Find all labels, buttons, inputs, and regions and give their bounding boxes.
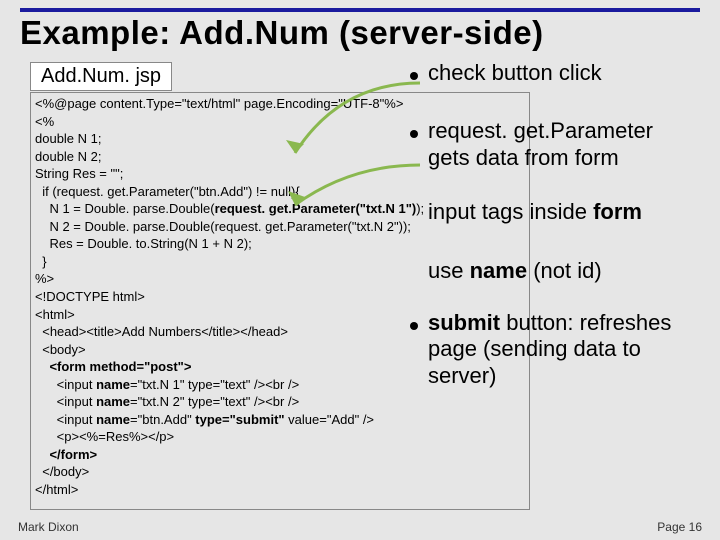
bullet-submit: submit button: refreshes page (sending d… bbox=[410, 310, 708, 389]
arrow-check-button bbox=[280, 78, 430, 168]
bullet-text: input tags inside form bbox=[428, 199, 642, 225]
arrow-get-parameter bbox=[280, 160, 430, 210]
bullet-text: submit button: refreshes page (sending d… bbox=[428, 310, 708, 389]
footer-page: Page 16 bbox=[657, 520, 702, 534]
bullet-request-param: request. get.Parameter gets data from fo… bbox=[410, 118, 708, 171]
footer-author: Mark Dixon bbox=[18, 520, 79, 534]
page-title: Example: Add.Num (server-side) bbox=[20, 14, 544, 52]
bullet-dot-icon bbox=[410, 72, 418, 80]
divider-top bbox=[20, 8, 700, 12]
bullet-check-click: check button click bbox=[410, 60, 708, 86]
bullet-input-tags: input tags inside form bbox=[410, 199, 708, 225]
bullet-text: check button click bbox=[428, 60, 602, 86]
bullet-text: use name (not id) bbox=[428, 258, 602, 284]
bullet-dot-icon bbox=[410, 130, 418, 138]
bullet-text: request. get.Parameter gets data from fo… bbox=[428, 118, 653, 171]
bullet-use-name: use name (not id) bbox=[410, 258, 708, 284]
bullet-list: check button click request. get.Paramete… bbox=[410, 60, 708, 399]
bullet-dot-icon bbox=[410, 322, 418, 330]
filename-tab: Add.Num. jsp bbox=[30, 62, 172, 91]
